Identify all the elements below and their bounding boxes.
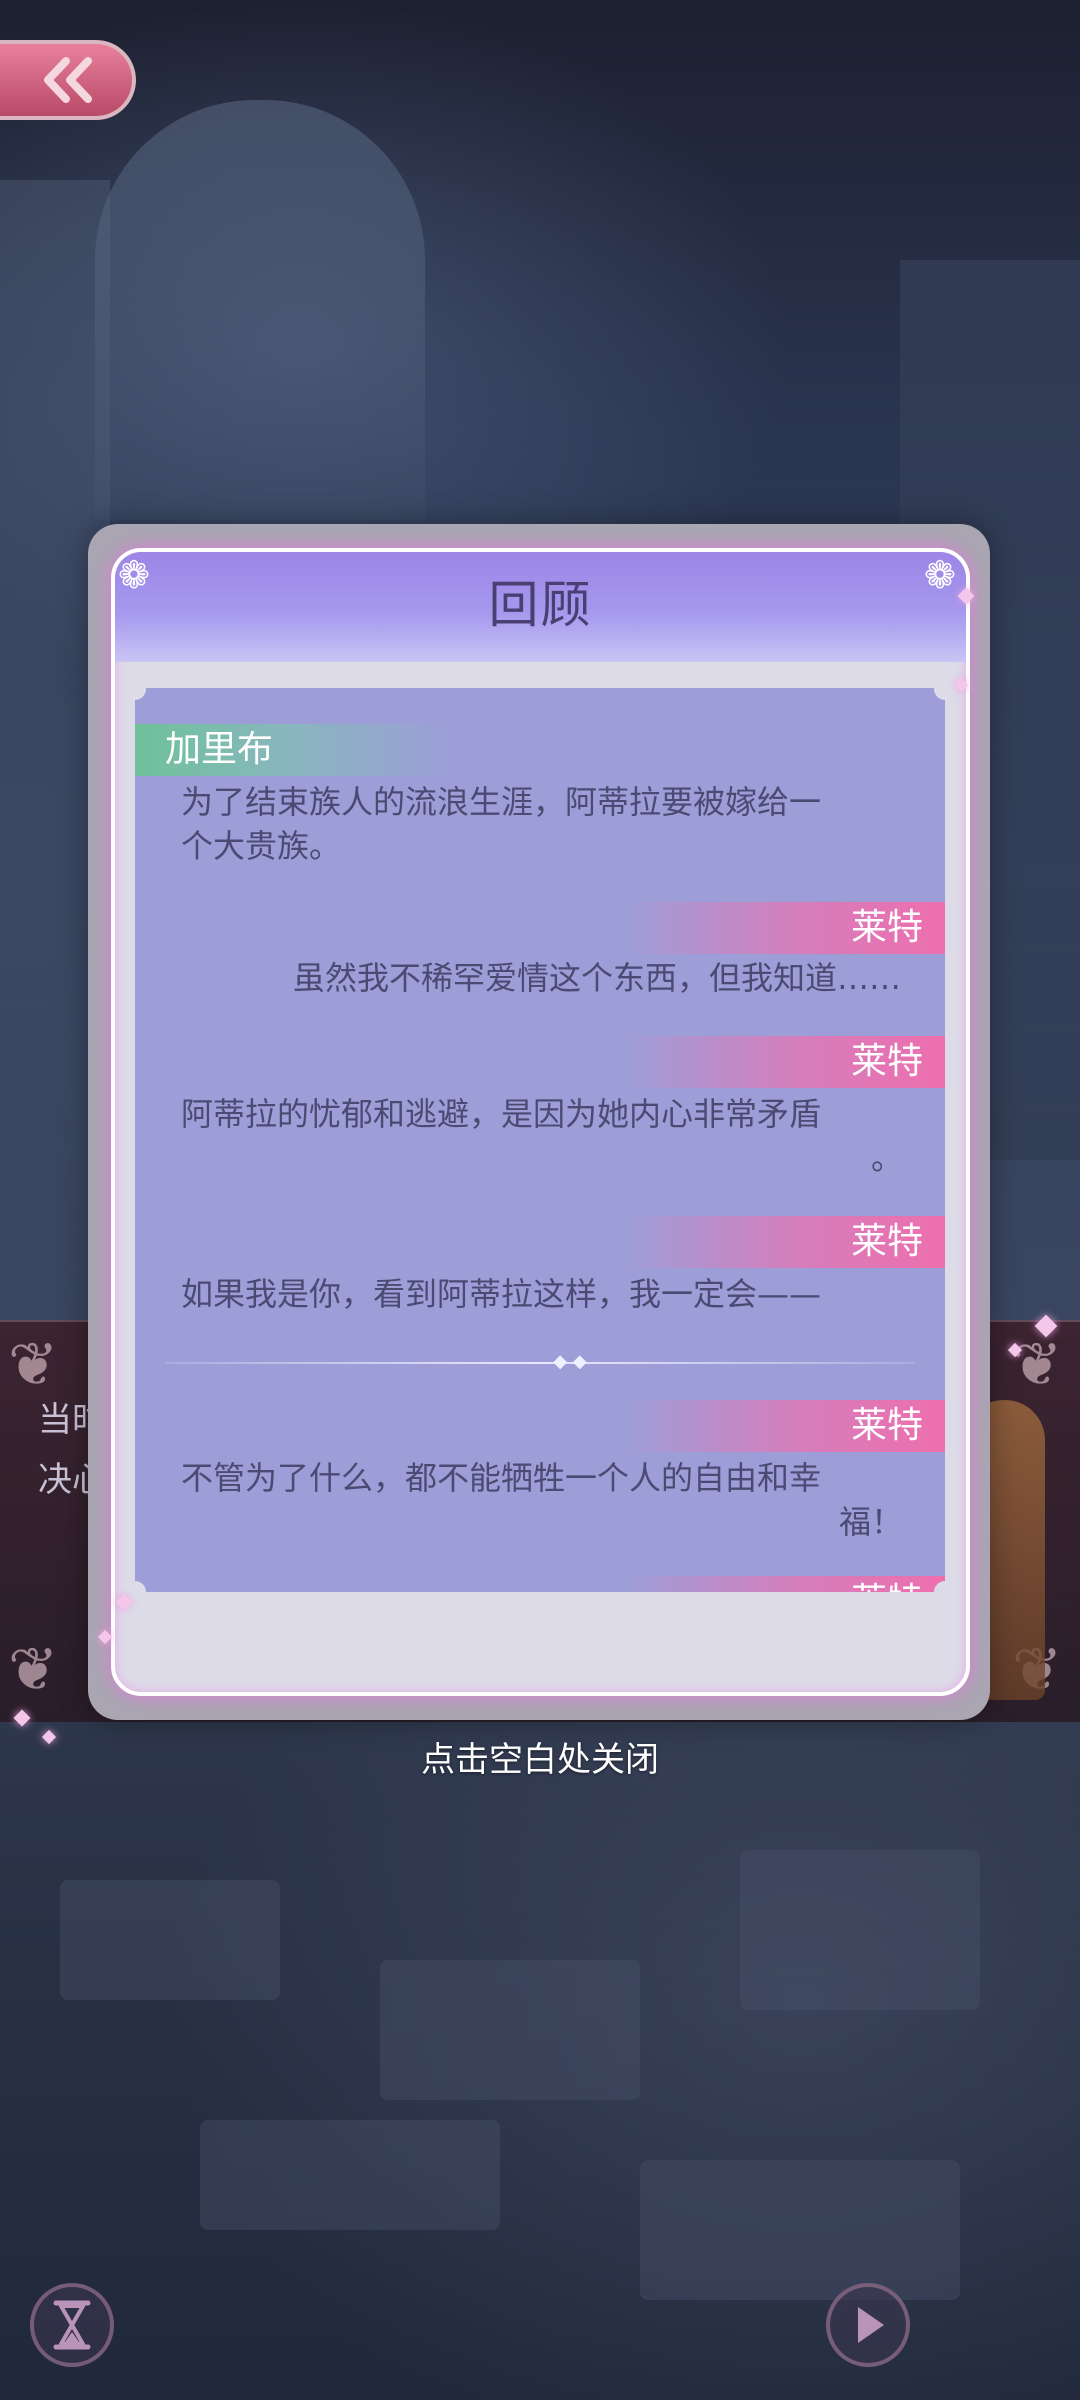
corner-swirl-icon: ❁ [118,553,150,597]
section-divider: ◆ ◆ [165,1353,915,1371]
back-button[interactable] [0,40,136,120]
speaker-name-tag: 莱特 [625,1576,945,1592]
speaker-name-tag: 加里布 [135,724,455,776]
play-button[interactable] [826,2283,910,2367]
double-chevron-left-icon [44,57,92,103]
speaker-name-tag: 莱特 [625,1036,945,1088]
rock [640,2160,960,2300]
dialogue-line: 如果我是你，看到阿蒂拉这样，我一定会—— [181,1275,822,1313]
auto-button[interactable] [30,2283,114,2367]
dialogue-line: 不管为了什么，都不能牺牲一个人的自由和幸 福！ [181,1459,903,1541]
list-corner [934,678,956,700]
corner-swirl-icon: ❁ [924,553,956,597]
speaker-name-tag: 莱特 [625,1216,945,1268]
rock [740,1850,980,2010]
divider-ornament-icon: ◆ ◆ [553,1351,587,1372]
review-list[interactable]: 加里布 为了结束族人的流浪生涯，阿蒂拉要被嫁给一 个大贵族。 莱特 虽然我不稀罕爱情这… [135,688,945,1592]
list-corner [124,678,146,700]
rock [200,2120,500,2230]
speaker-name-tag: 莱特 [625,1400,945,1452]
ruin-dome [95,100,425,520]
play-icon [858,2307,884,2343]
dialogue-line: 阿蒂拉的忧郁和逃避，是因为她内心非常矛盾。 [181,1095,903,1177]
dialogue-line: 虽然我不稀罕爱情这个东西，但我知道…… [292,959,901,997]
dialogue-line: 为了结束族人的流浪生涯，阿蒂拉要被嫁给一 个大贵族。 [181,783,822,865]
list-corner [934,1581,956,1603]
corner-ornament-icon: ❦ [1012,1330,1063,1400]
speaker-name-tag: 莱特 [625,902,945,954]
close-hint[interactable]: 点击空白处关闭 [0,1735,1080,1785]
corner-ornament-icon: ❦ [8,1330,59,1400]
hourglass-icon [53,2300,91,2350]
review-modal-title: 回顾 [488,576,593,634]
corner-ornament-icon: ❦ [8,1635,59,1705]
rock [380,1960,640,2100]
rock [60,1880,280,2000]
